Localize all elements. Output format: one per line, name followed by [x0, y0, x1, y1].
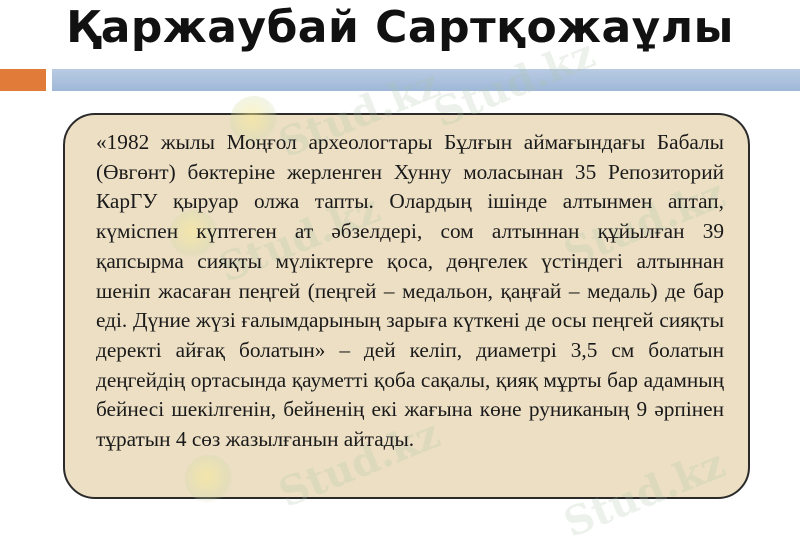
- body-paragraph: «1982 жылы Моңғол археологтары Бұлғын ай…: [96, 130, 724, 452]
- slide-title: Қаржаубай Сартқожаұлы: [66, 2, 734, 53]
- accent-bar-orange: [0, 69, 46, 91]
- watermark-logo-icon: [185, 455, 233, 503]
